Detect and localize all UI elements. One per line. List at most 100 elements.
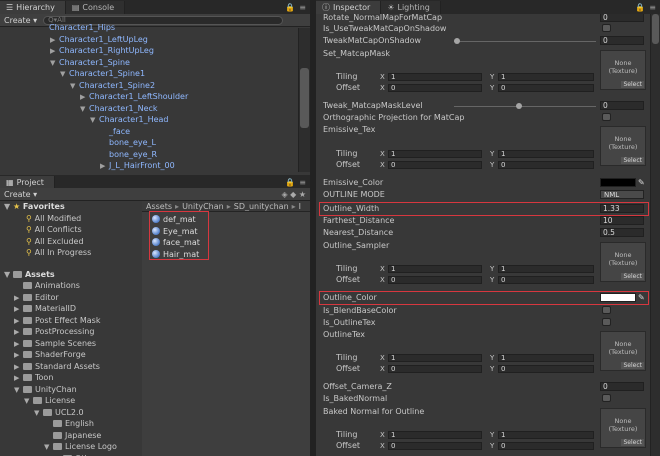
assets-header[interactable]: ▼ Assets [0, 269, 140, 281]
folder-item[interactable]: ▶ Post Effect Mask [0, 315, 140, 327]
slider-knob[interactable] [454, 38, 460, 44]
scrollbar-thumb[interactable] [300, 68, 309, 128]
expand-arrow-icon[interactable]: ▶ [14, 350, 23, 362]
select-button[interactable]: Select [621, 157, 644, 164]
baked-normal-x-field[interactable]: 1 [388, 431, 482, 439]
is-baked-normal-toggle[interactable] [602, 394, 611, 402]
select-button[interactable]: Select [621, 273, 644, 280]
folder-item[interactable]: ▶ Standard Assets [0, 361, 140, 373]
lock-icon[interactable]: 🔒 [285, 178, 295, 187]
filter-icons[interactable]: ◈ ◆ ★ [281, 190, 306, 199]
baked-normal-y-field[interactable]: 0 [498, 442, 594, 450]
breadcrumb-item[interactable]: Assets [146, 202, 172, 211]
is-outline-tex-toggle[interactable] [602, 318, 611, 326]
expand-arrow-icon[interactable]: ▶ [14, 304, 23, 316]
tree-node[interactable]: _face [0, 126, 298, 138]
expand-arrow-icon[interactable]: ▼ [70, 81, 79, 93]
tab-console[interactable]: ▤ Console [65, 1, 126, 14]
inspector-scrollbar[interactable] [650, 14, 660, 456]
folder-item[interactable]: ▼ UnityChan [0, 384, 140, 396]
outline-color-swatch[interactable] [600, 293, 636, 302]
outline-tex-x-field[interactable]: 1 [388, 354, 482, 362]
expand-arrow-icon[interactable]: ▶ [14, 327, 23, 339]
breadcrumb-item[interactable]: I [299, 202, 301, 211]
select-button[interactable]: Select [621, 439, 644, 446]
folder-item[interactable]: ▶ Sample Scenes [0, 338, 140, 350]
eyedropper-icon[interactable]: ✎ [638, 178, 647, 187]
expand-arrow-icon[interactable]: ▼ [34, 408, 43, 420]
expand-arrow-icon[interactable]: ▼ [90, 115, 99, 127]
expand-arrow-icon[interactable]: ▼ [50, 58, 59, 70]
create-button[interactable]: Create ▾ [4, 190, 37, 199]
tree-node[interactable]: ▶ Character1_RightUpLeg [0, 45, 298, 57]
folder-item[interactable]: ▶ MaterialID [0, 303, 140, 315]
eyedropper-icon[interactable]: ✎ [638, 293, 647, 302]
outline-sampler-y-field[interactable]: 0 [498, 276, 594, 284]
folder-item[interactable]: Japanese [0, 430, 140, 442]
tree-node[interactable]: ▼ Character1_Neck [0, 103, 298, 115]
outline-width-field[interactable]: 1.33 [600, 204, 644, 213]
expand-arrow-icon[interactable]: ▼ [80, 104, 89, 116]
set-matcap-mask-texture-slot[interactable]: None (Texture) Select [600, 50, 646, 90]
tree-node[interactable]: ▼ Character1_Spine1 [0, 68, 298, 80]
lock-icon[interactable]: 🔒 [635, 3, 645, 12]
set-matcap-mask-x-field[interactable]: 1 [388, 73, 482, 81]
outline-tex-texture-slot[interactable]: None (Texture) Select [600, 331, 646, 371]
expand-arrow-icon[interactable]: ▶ [50, 46, 59, 58]
select-button[interactable]: Select [621, 362, 644, 369]
expand-arrow-icon[interactable]: ▼ [24, 396, 33, 408]
tree-node[interactable]: ▼ Character1_Spine2 [0, 80, 298, 92]
tree-node[interactable]: ▶ J_L_HairFront_00 [0, 160, 298, 172]
folder-item[interactable]: ▼ License [0, 395, 140, 407]
farthest-distance-field[interactable]: 10 [600, 216, 644, 225]
tree-node[interactable]: ▼ Character1_Head [0, 114, 298, 126]
tree-node[interactable]: ▶ Character1_LeftShoulder [0, 91, 298, 103]
folder-item[interactable]: ▼ UCL2.0 [0, 407, 140, 419]
select-button[interactable]: Select [621, 81, 644, 88]
set-matcap-mask-y-field[interactable]: 1 [498, 73, 594, 81]
baked-normal-x-field[interactable]: 0 [388, 442, 482, 450]
baked-normal-y-field[interactable]: 1 [498, 431, 594, 439]
material-item[interactable]: def_mat [152, 214, 310, 226]
outline-mode-dropdown[interactable]: NML [600, 190, 644, 199]
slider-knob[interactable] [516, 103, 522, 109]
expand-arrow-icon[interactable]: ▶ [100, 161, 109, 172]
emissive-tex-y-field[interactable]: 1 [498, 150, 594, 158]
is-blend-base-color-toggle[interactable] [602, 306, 611, 314]
outline-sampler-y-field[interactable]: 1 [498, 265, 594, 273]
nearest-distance-field[interactable]: 0.5 [600, 228, 644, 237]
favorite-item[interactable]: ⚲ All Modified [0, 213, 140, 225]
outline-tex-y-field[interactable]: 1 [498, 354, 594, 362]
rotate-normalmap-field[interactable]: 0 [600, 14, 644, 22]
favorites-header[interactable]: ▼ ★ Favorites [0, 201, 140, 213]
set-matcap-mask-x-field[interactable]: 0 [388, 84, 482, 92]
breadcrumb-item[interactable]: SD_unitychan [234, 202, 289, 211]
folder-item[interactable]: ▶ Editor [0, 292, 140, 304]
folder-item[interactable]: ▶ Toon [0, 372, 140, 384]
offset-camera-z-field[interactable]: 0 [600, 382, 644, 391]
emissive-tex-texture-slot[interactable]: None (Texture) Select [600, 126, 646, 166]
emissive-tex-x-field[interactable]: 0 [388, 161, 482, 169]
orthographic-projection-toggle[interactable] [602, 113, 611, 121]
tree-node[interactable]: bone_eye_L [0, 137, 298, 149]
breadcrumb-item[interactable]: UnityChan [182, 202, 224, 211]
folder-item[interactable]: Animations [0, 280, 140, 292]
material-item[interactable]: Hair_mat [152, 249, 310, 261]
expand-arrow-icon[interactable]: ▶ [14, 373, 23, 385]
tree-node[interactable]: Character1_Hips [0, 22, 298, 34]
lock-icon[interactable]: 🔒 [285, 3, 295, 12]
outline-sampler-x-field[interactable]: 1 [388, 265, 482, 273]
scrollbar-thumb[interactable] [652, 14, 659, 44]
favorite-item[interactable]: ⚲ All Excluded [0, 236, 140, 248]
tweak-matcap-level-slider[interactable] [454, 103, 596, 109]
expand-arrow-icon[interactable]: ▼ [60, 69, 69, 81]
tweak-matcap-shadow-field[interactable]: 0 [600, 36, 644, 45]
tab-hierarchy[interactable]: ☰ Hierarchy [0, 1, 66, 14]
material-item[interactable]: Eye_mat [152, 226, 310, 238]
expand-arrow-icon[interactable]: ▼ [14, 385, 23, 397]
emissive-tex-y-field[interactable]: 0 [498, 161, 594, 169]
tree-node[interactable]: bone_eye_R [0, 149, 298, 161]
folder-item[interactable]: Others [0, 453, 140, 456]
menu-icon[interactable]: ≡ [299, 178, 306, 187]
emissive-color-swatch[interactable] [600, 178, 636, 187]
